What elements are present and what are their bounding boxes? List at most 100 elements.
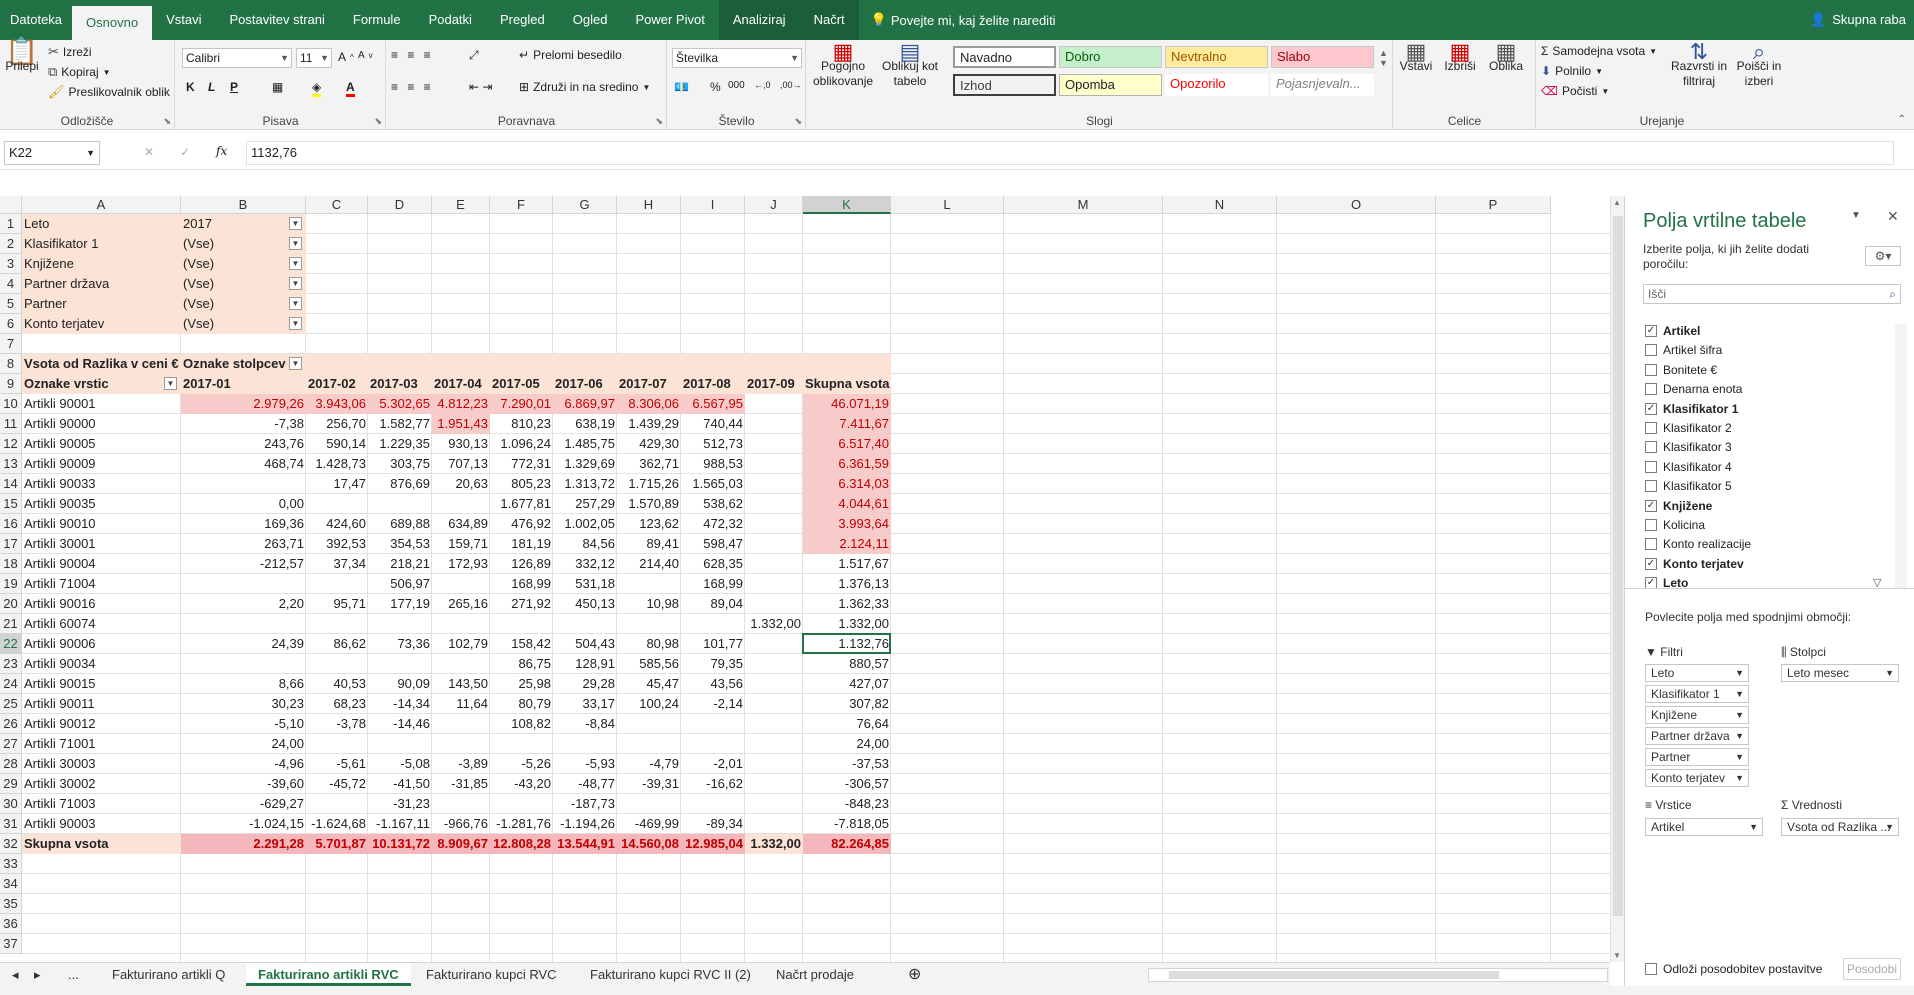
bold-button[interactable]: K bbox=[186, 80, 195, 94]
cell[interactable]: 472,32 bbox=[681, 514, 745, 534]
cell[interactable]: 2017-04 bbox=[432, 374, 490, 394]
cell[interactable]: 43,56 bbox=[681, 674, 745, 694]
cell[interactable]: -5,61 bbox=[306, 754, 368, 774]
cell[interactable]: 628,35 bbox=[681, 554, 745, 574]
fill-color-button[interactable]: ◈ bbox=[312, 80, 322, 97]
prev-sheet-icon[interactable]: ◂ bbox=[4, 963, 27, 986]
defer-update-checkbox[interactable]: Odloži posodobitev postavitve bbox=[1645, 962, 1822, 976]
checkbox[interactable] bbox=[1645, 441, 1657, 454]
column-header[interactable]: E bbox=[432, 196, 490, 214]
cell[interactable]: 128,91 bbox=[553, 654, 617, 674]
cell[interactable] bbox=[745, 394, 803, 414]
cell[interactable]: -1.167,11 bbox=[368, 814, 432, 834]
cell[interactable]: 102,79 bbox=[432, 634, 490, 654]
cell[interactable] bbox=[745, 734, 803, 754]
dialog-launcher-icon[interactable]: ⬊ bbox=[374, 116, 382, 127]
field-item[interactable]: Klasifikator 3 bbox=[1645, 438, 1732, 456]
cell[interactable]: 307,82 bbox=[803, 694, 891, 714]
cell[interactable] bbox=[681, 794, 745, 814]
cell[interactable]: 450,13 bbox=[553, 594, 617, 614]
cell[interactable]: 1.517,67 bbox=[803, 554, 891, 574]
style-explanatory[interactable]: Pojasnjevaln... bbox=[1271, 74, 1374, 96]
cell[interactable]: 168,99 bbox=[490, 574, 553, 594]
cell[interactable] bbox=[490, 354, 553, 374]
cell[interactable]: 429,30 bbox=[617, 434, 681, 454]
column-header[interactable]: B bbox=[181, 196, 306, 214]
cell[interactable]: -1.281,76 bbox=[490, 814, 553, 834]
cell[interactable]: 11,64 bbox=[432, 694, 490, 714]
cell[interactable]: Artikli 90004 bbox=[22, 554, 181, 574]
cell[interactable]: Partner bbox=[22, 294, 181, 314]
cell[interactable]: 6.314,03 bbox=[803, 474, 891, 494]
cell[interactable]: 538,62 bbox=[681, 494, 745, 514]
row-header[interactable]: 18 bbox=[0, 554, 22, 574]
cell[interactable]: -41,50 bbox=[368, 774, 432, 794]
cell[interactable]: 4.812,23 bbox=[432, 394, 490, 414]
cell[interactable]: 265,16 bbox=[432, 594, 490, 614]
format-cells-button[interactable]: ▦ Oblika bbox=[1486, 41, 1526, 74]
cell[interactable]: 354,53 bbox=[368, 534, 432, 554]
row-header[interactable]: 17 bbox=[0, 534, 22, 554]
cell[interactable]: 68,23 bbox=[306, 694, 368, 714]
cell[interactable] bbox=[617, 714, 681, 734]
tab-review[interactable]: Pregled bbox=[486, 0, 559, 40]
dialog-launcher-icon[interactable]: ⬊ bbox=[655, 116, 663, 127]
cell[interactable]: 3.993,64 bbox=[803, 514, 891, 534]
cell[interactable]: Artikli 90015 bbox=[22, 674, 181, 694]
vertical-scrollbar[interactable]: ▲ ▼ bbox=[1610, 196, 1624, 962]
row-header[interactable]: 11 bbox=[0, 414, 22, 434]
find-select-button[interactable]: ⌕ Poišči in izberi bbox=[1733, 41, 1785, 89]
cell[interactable]: 427,07 bbox=[803, 674, 891, 694]
cell[interactable]: -3,89 bbox=[432, 754, 490, 774]
filter-dropdown-icon[interactable]: ▼ bbox=[289, 257, 302, 270]
row-header[interactable]: 29 bbox=[0, 774, 22, 794]
checkbox[interactable] bbox=[1645, 422, 1657, 434]
cell[interactable]: Artikli 90016 bbox=[22, 594, 181, 614]
row-header[interactable]: 8 bbox=[0, 354, 22, 374]
cell[interactable] bbox=[368, 734, 432, 754]
cell[interactable]: Artikli 90033 bbox=[22, 474, 181, 494]
cell[interactable]: 2017-01 bbox=[181, 374, 306, 394]
field-item[interactable]: Artikel šifra bbox=[1645, 341, 1722, 359]
cell[interactable]: 1.332,00 bbox=[745, 834, 803, 854]
field-item[interactable]: ✓ Leto bbox=[1645, 574, 1688, 592]
cell[interactable]: Artikli 90009 bbox=[22, 454, 181, 474]
cell[interactable]: -469,99 bbox=[617, 814, 681, 834]
accounting-format-button[interactable]: 💶 bbox=[674, 80, 689, 94]
cell[interactable]: -5,93 bbox=[553, 754, 617, 774]
cell[interactable]: (Vse) bbox=[181, 254, 306, 274]
italic-button[interactable]: L bbox=[208, 80, 215, 94]
cell[interactable] bbox=[617, 614, 681, 634]
cell[interactable]: 1.376,13 bbox=[803, 574, 891, 594]
cell[interactable]: 2.291,28 bbox=[181, 834, 306, 854]
cell[interactable]: 988,53 bbox=[681, 454, 745, 474]
cell[interactable]: Artikli 90001 bbox=[22, 394, 181, 414]
cell[interactable]: 76,64 bbox=[803, 714, 891, 734]
cell[interactable]: 424,60 bbox=[306, 514, 368, 534]
cell[interactable]: Oznake stolpcev bbox=[181, 354, 306, 374]
cell[interactable]: Artikli 90005 bbox=[22, 434, 181, 454]
column-header[interactable]: K bbox=[803, 196, 891, 214]
cell[interactable]: 2,20 bbox=[181, 594, 306, 614]
cell[interactable]: -14,34 bbox=[368, 694, 432, 714]
cell[interactable]: 392,53 bbox=[306, 534, 368, 554]
format-painter-button[interactable]: 🖌 Preslikovalnik oblik bbox=[48, 84, 170, 100]
cell[interactable]: 1.002,05 bbox=[553, 514, 617, 534]
row-header[interactable]: 37 bbox=[0, 934, 22, 954]
field-item[interactable]: ✓ Artikel bbox=[1645, 322, 1700, 340]
checkbox[interactable] bbox=[1645, 963, 1657, 975]
cell[interactable]: 2017 bbox=[181, 214, 306, 234]
cell[interactable]: Artikli 30002 bbox=[22, 774, 181, 794]
cell[interactable]: 1.096,24 bbox=[490, 434, 553, 454]
merge-center-button[interactable]: ⊞ Združi in na sredino ▼ bbox=[519, 80, 650, 94]
scroll-up-icon[interactable]: ▲ bbox=[1613, 198, 1621, 207]
cell[interactable]: 7.411,67 bbox=[803, 414, 891, 434]
tab-analyze[interactable]: Analiziraj bbox=[718, 0, 800, 40]
cell[interactable]: 2.979,26 bbox=[181, 394, 306, 414]
filter-chip[interactable]: Klasifikator 1 ▼ bbox=[1645, 685, 1749, 703]
cell[interactable]: 332,12 bbox=[553, 554, 617, 574]
cell[interactable]: 263,71 bbox=[181, 534, 306, 554]
cell[interactable]: Partner država bbox=[22, 274, 181, 294]
cell[interactable]: 159,71 bbox=[432, 534, 490, 554]
row-header[interactable]: 33 bbox=[0, 854, 22, 874]
